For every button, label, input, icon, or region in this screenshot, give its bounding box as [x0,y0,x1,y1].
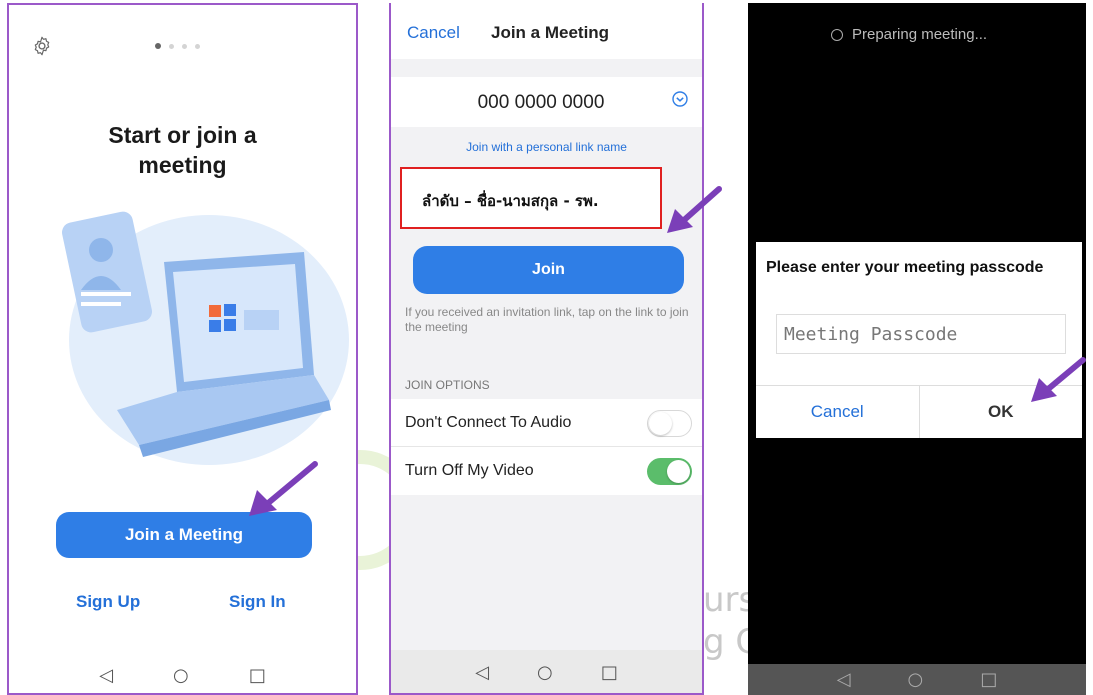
ok-button[interactable]: OK [919,386,1082,438]
instruction-collage: urs g C Start or join a meeting Join a M… [0,0,1093,695]
option-row-video: Turn Off My Video [391,447,702,495]
join-options-header: JOIN OPTIONS [405,378,490,392]
audio-toggle[interactable] [647,410,692,437]
page-title: Join a Meeting [491,23,610,42]
nav-header: Cancel Join a Meeting [391,3,702,59]
back-nav-icon[interactable]: ◁ [99,665,113,686]
display-name-value: ลำดับ – ชื่อ-นามสกุล - รพ. [422,192,599,210]
home-nav-icon[interactable]: ○ [537,662,553,683]
sign-up-link[interactable]: Sign Up [76,592,140,612]
home-nav-icon[interactable]: ○ [908,669,924,690]
loading-spinner-icon [831,28,843,41]
passcode-dialog: Please enter your meeting passcode Cance… [756,242,1082,438]
passcode-screen: Preparing meeting... Please enter your m… [748,3,1086,695]
home-nav-icon[interactable]: ○ [173,665,189,686]
recent-apps-nav-icon[interactable]: □ [601,662,618,683]
page-dot [155,43,161,49]
laptop-illustration [62,211,349,465]
option-label: Don't Connect To Audio [405,414,572,431]
android-nav-bar: ◁ ○ □ [391,650,702,693]
page-dot [182,43,187,49]
page-title: Start or join a meeting [108,122,257,178]
back-nav-icon[interactable]: ◁ [837,669,851,690]
android-nav-bar: ◁ ○ □ [748,664,1086,695]
recent-apps-nav-icon[interactable]: □ [980,669,997,690]
toggle-knob [667,460,690,483]
join-button[interactable]: Join [413,246,684,294]
page-indicator [155,43,200,49]
page-dot [195,43,200,49]
toggle-knob [649,411,672,435]
sign-in-link[interactable]: Sign In [229,592,286,612]
back-nav-icon[interactable]: ◁ [475,662,489,683]
passcode-input[interactable] [776,314,1066,354]
video-toggle[interactable] [647,458,692,485]
dialog-title: Please enter your meeting passcode [766,259,1044,276]
cancel-button[interactable]: Cancel [407,23,460,43]
cancel-button[interactable]: Cancel [756,386,920,438]
gear-icon[interactable] [31,35,53,57]
preparing-status: Preparing meeting... [831,26,987,43]
invitation-hint: If you received an invitation link, tap … [405,305,689,334]
status-text: Preparing meeting... [852,26,988,43]
page-dot [169,43,174,49]
android-nav-bar: ◁ ○ □ [9,655,356,693]
dialog-buttons: Cancel OK [756,385,1082,438]
join-meeting-button[interactable]: Join a Meeting [56,512,312,558]
join-meeting-screen: Cancel Join a Meeting Join with a person… [389,3,704,695]
personal-link-name-link[interactable]: Join with a personal link name [391,140,702,154]
option-label: Turn Off My Video [405,462,534,479]
meeting-id-input[interactable] [471,92,611,114]
recent-apps-nav-icon[interactable]: □ [249,665,266,686]
option-row-audio: Don't Connect To Audio [391,399,702,447]
display-name-field[interactable]: ลำดับ – ชื่อ-นามสกุล - รพ. [400,167,662,229]
meeting-id-row [391,77,702,127]
chevron-down-icon[interactable] [672,91,688,107]
zoom-home-screen: Start or join a meeting Join a Meeting S… [7,3,358,695]
